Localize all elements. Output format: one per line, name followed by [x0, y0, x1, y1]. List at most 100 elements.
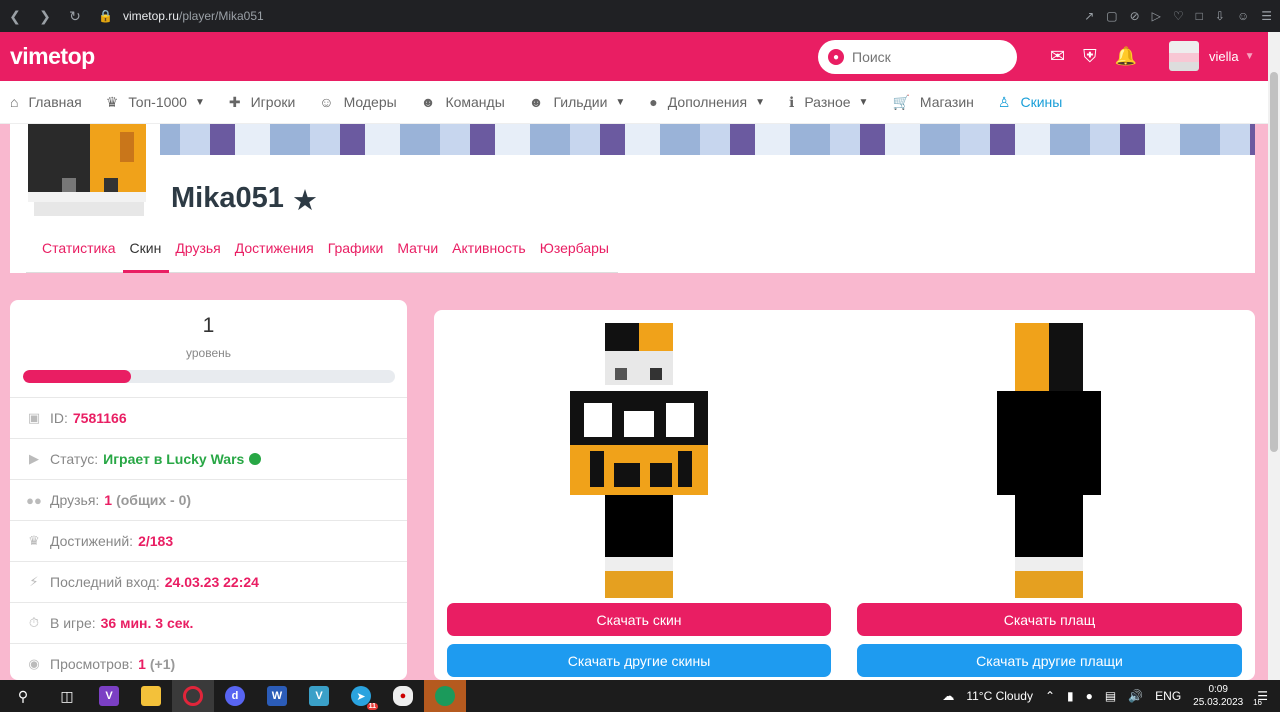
tab-0[interactable]: Статистика	[42, 240, 116, 256]
stat-extra: (+1)	[149, 656, 176, 672]
profile-icon[interactable]: ☺	[1237, 9, 1249, 23]
stat-value[interactable]: 1	[104, 492, 112, 508]
cube-icon[interactable]: □	[1196, 9, 1203, 23]
search-box[interactable]: ●	[818, 40, 1017, 74]
clock-date: 25.03.2023	[1193, 697, 1244, 708]
user-menu[interactable]: viella ▼	[1169, 41, 1255, 71]
profile-tabs: Статистика Скин Друзья Достижения Графики Мат…	[42, 240, 609, 256]
user-plus-icon: ✚	[228, 93, 241, 110]
app-word[interactable]: W	[256, 680, 298, 712]
folder-icon	[141, 686, 161, 706]
task-view-icon[interactable]: ◫	[46, 680, 88, 712]
profile-banner	[10, 124, 1255, 155]
star-icon[interactable]: ★	[292, 183, 318, 218]
address-bar[interactable]: vimetop.ru/player/Mika051	[123, 9, 264, 23]
tab-2[interactable]: Друзья	[175, 240, 220, 256]
bolt-icon: ⚡	[29, 574, 39, 589]
menu-item-label: Разное	[804, 94, 851, 110]
reload-icon[interactable]: ↻	[60, 0, 90, 32]
search-icon[interactable]: ⚲	[0, 680, 46, 712]
download-cape-button[interactable]: Скачать плащ	[857, 603, 1242, 636]
search-input[interactable]	[852, 49, 1002, 65]
tab-1[interactable]: Скин	[130, 240, 162, 256]
stat-achievements: ♛ Достижений: 2/183	[10, 520, 407, 561]
notification-icon[interactable]: ☰ 16	[1253, 689, 1268, 707]
clock-time: 0:09	[1208, 684, 1228, 695]
menu-item-0[interactable]: ⌂ Главная	[10, 94, 82, 110]
menu-item-5[interactable]: ☻ Гильдии ▼	[529, 94, 626, 110]
lock-icon[interactable]: 🔒	[98, 9, 113, 23]
trophy-icon: ♛	[28, 533, 40, 548]
menu-item-7[interactable]: ℹ Разное ▼	[789, 94, 868, 111]
stat-value: Играет в Lucky Wars	[103, 451, 245, 467]
battery-icon[interactable]: ▮	[1067, 689, 1074, 703]
menu-item-9[interactable]: ♙ Скины	[998, 94, 1062, 111]
page-scrollbar[interactable]	[1268, 32, 1280, 680]
heart-icon[interactable]: ♡	[1173, 9, 1184, 23]
tabs-divider	[26, 272, 618, 273]
tab-6[interactable]: Активность	[452, 240, 526, 256]
tab-4[interactable]: Графики	[328, 240, 384, 256]
forward-icon[interactable]: ❯	[30, 0, 60, 32]
cart-icon: 🛒	[892, 93, 910, 110]
site-logo[interactable]: vimetop	[10, 43, 95, 70]
online-dot-icon	[249, 453, 262, 465]
download-other-capes-button[interactable]: Скачать другие плащи	[857, 644, 1242, 677]
block-icon[interactable]: ⊘	[1130, 9, 1140, 23]
share-icon[interactable]: ↗	[1084, 9, 1094, 23]
stat-value: 36 мин. 3 сек.	[100, 615, 194, 631]
download-other-skins-button[interactable]: Скачать другие скины	[447, 644, 831, 677]
back-icon[interactable]: ❮	[0, 0, 30, 32]
word-icon: W	[267, 686, 287, 706]
weather-text[interactable]: 11°C Cloudy	[966, 689, 1033, 703]
menu-item-label: Топ-1000	[128, 94, 187, 110]
stat-friends: ●● Друзья: 1 (общих - 0)	[10, 479, 407, 520]
menu-icon[interactable]: ☰	[1261, 9, 1272, 23]
app-telegram[interactable]: ➤ 11	[340, 680, 382, 712]
app-explorer[interactable]	[130, 680, 172, 712]
stat-id: ▣ ID: 7581166	[10, 397, 407, 438]
network-icon[interactable]: ▤	[1105, 689, 1116, 703]
menu-item-label: Дополнения	[667, 94, 748, 110]
stat-value[interactable]: 2/183	[138, 533, 173, 549]
drop-icon: ●	[649, 94, 658, 110]
menu-item-3[interactable]: ☺ Модеры	[319, 94, 396, 110]
edge-icon	[435, 686, 455, 706]
menu-item-1[interactable]: ♛ Топ-1000 ▼	[106, 94, 205, 111]
tab-3[interactable]: Достижения	[235, 240, 314, 256]
player-nickname: Mika051	[171, 182, 284, 214]
app-vimeworld[interactable]: V	[298, 680, 340, 712]
scroll-thumb[interactable]	[1270, 72, 1278, 452]
app-discord[interactable]: d	[214, 680, 256, 712]
tab-7[interactable]: Юзербары	[540, 240, 609, 256]
app-mouse[interactable]: ●	[382, 680, 424, 712]
stat-ingame: ⏱ В игре: 36 мин. 3 сек.	[10, 602, 407, 643]
download-icon[interactable]: ⇩	[1215, 9, 1225, 23]
menu-item-8[interactable]: 🛒 Магазин	[892, 94, 973, 111]
app-edge[interactable]	[424, 680, 466, 712]
shield-icon[interactable]: ⛨	[1083, 46, 1097, 67]
windows-taskbar: ⚲ ◫ V d W V ➤ 11 ● ☁ 11°C Cloudy ⌃ ▮ ● ▤ …	[0, 680, 1280, 712]
volume-icon[interactable]: 🔊	[1128, 689, 1143, 703]
bell-icon[interactable]: 🔔	[1115, 46, 1137, 67]
mic-icon[interactable]: ●	[1086, 689, 1093, 703]
menu-item-2[interactable]: ✚ Игроки	[229, 94, 295, 111]
menu-item-4[interactable]: ☻ Команды	[421, 94, 505, 110]
chevron-down-icon: ▼	[1244, 50, 1255, 62]
download-skin-button[interactable]: Скачать скин	[447, 603, 831, 636]
app-visual-studio[interactable]: V	[88, 680, 130, 712]
app-opera[interactable]	[172, 680, 214, 712]
send-icon[interactable]: ▷	[1152, 9, 1161, 23]
menu-item-6[interactable]: ● Дополнения ▼	[649, 94, 765, 110]
telegram-icon: ➤ 11	[351, 686, 378, 710]
level-value: 1	[202, 314, 215, 337]
clock[interactable]: 0:09 25.03.2023	[1193, 683, 1243, 709]
tab-5[interactable]: Матчи	[397, 240, 438, 256]
users-icon: ●●	[26, 492, 42, 508]
chevron-up-icon[interactable]: ⌃	[1045, 689, 1055, 703]
camera-icon[interactable]: ▢	[1106, 9, 1117, 23]
level-label: уровень	[185, 346, 231, 360]
language-indicator[interactable]: ENG	[1155, 689, 1181, 703]
chat-icon[interactable]: ✉	[1050, 46, 1065, 67]
skin-card: Скачать скин Скачать другие скины Скачат…	[434, 310, 1255, 680]
